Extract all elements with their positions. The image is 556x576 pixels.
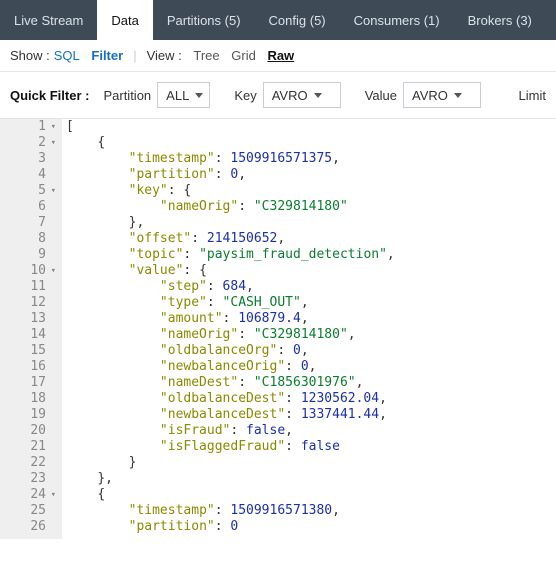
code-line: "partition": 0, <box>66 167 395 183</box>
code-line: [ <box>66 119 395 135</box>
gutter-line: 7 <box>0 215 56 231</box>
gutter-line: 2▾ <box>0 135 56 151</box>
fold-icon[interactable]: ▾ <box>48 119 56 135</box>
show-filter-link[interactable]: Filter <box>91 48 123 63</box>
code-line: "nameOrig": "C329814180" <box>66 199 395 215</box>
show-bar: Show : SQL Filter | View : Tree Grid Raw <box>0 40 556 71</box>
value-label: Value <box>365 88 397 103</box>
code-body: [ { "timestamp": 1509916571375, "partiti… <box>62 119 395 539</box>
show-label: Show : <box>10 48 50 63</box>
partition-select[interactable]: ALL <box>157 82 210 108</box>
code-line: "newbalanceOrig": 0, <box>66 359 395 375</box>
gutter-line: 10▾ <box>0 263 56 279</box>
gutter-line: 8 <box>0 231 56 247</box>
gutter-line: 15 <box>0 343 56 359</box>
gutter-line: 12 <box>0 295 56 311</box>
key-select[interactable]: AVRO <box>263 82 341 108</box>
gutter-line: 3 <box>0 151 56 167</box>
fold-icon[interactable]: ▾ <box>48 487 56 503</box>
partition-select-value: ALL <box>166 88 189 103</box>
chevron-down-icon <box>454 93 462 98</box>
tab-partitions[interactable]: Partitions (5) <box>153 0 255 40</box>
code-line: "value": { <box>66 263 395 279</box>
gutter-line: 11 <box>0 279 56 295</box>
chevron-down-icon <box>314 93 322 98</box>
code-line: } <box>66 455 395 471</box>
partition-label: Partition <box>103 88 151 103</box>
fold-icon[interactable]: ▾ <box>48 135 56 151</box>
line-gutter: 1▾2▾345▾678910▾1112131415161718192021222… <box>0 119 62 539</box>
view-grid-link[interactable]: Grid <box>231 48 256 63</box>
gutter-line: 13 <box>0 311 56 327</box>
key-label: Key <box>234 88 256 103</box>
code-line: "oldbalanceOrg": 0, <box>66 343 395 359</box>
gutter-line: 26 <box>0 519 56 535</box>
tab-brokers[interactable]: Brokers (3) <box>454 0 546 40</box>
code-line: }, <box>66 471 395 487</box>
code-line: "newbalanceDest": 1337441.44, <box>66 407 395 423</box>
code-line: { <box>66 135 395 151</box>
tab-bar: Live Stream Data Partitions (5) Config (… <box>0 0 556 40</box>
code-line: "timestamp": 1509916571375, <box>66 151 395 167</box>
gutter-line: 16 <box>0 359 56 375</box>
gutter-line: 5▾ <box>0 183 56 199</box>
gutter-line: 24▾ <box>0 487 56 503</box>
gutter-line: 17 <box>0 375 56 391</box>
quick-filter-bar: Quick Filter : Partition ALL Key AVRO Va… <box>0 72 556 118</box>
gutter-line: 1▾ <box>0 119 56 135</box>
code-line: "isFlaggedFraud": false <box>66 439 395 455</box>
code-line: "isFraud": false, <box>66 423 395 439</box>
fold-icon[interactable]: ▾ <box>48 263 56 279</box>
gutter-line: 23 <box>0 471 56 487</box>
tab-live-stream[interactable]: Live Stream <box>0 0 97 40</box>
view-tree-link[interactable]: Tree <box>193 48 219 63</box>
code-line: { <box>66 487 395 503</box>
code-editor[interactable]: 1▾2▾345▾678910▾1112131415161718192021222… <box>0 119 556 539</box>
code-line: "timestamp": 1509916571380, <box>66 503 395 519</box>
code-line: }, <box>66 215 395 231</box>
gutter-line: 14 <box>0 327 56 343</box>
code-line: "key": { <box>66 183 395 199</box>
gutter-line: 22 <box>0 455 56 471</box>
code-line: "partition": 0 <box>66 519 395 535</box>
show-sql-link[interactable]: SQL <box>54 48 80 63</box>
gutter-line: 6 <box>0 199 56 215</box>
key-select-value: AVRO <box>272 88 308 103</box>
gutter-line: 18 <box>0 391 56 407</box>
gutter-line: 4 <box>0 167 56 183</box>
code-line: "topic": "paysim_fraud_detection", <box>66 247 395 263</box>
gutter-line: 9 <box>0 247 56 263</box>
code-line: "offset": 214150652, <box>66 231 395 247</box>
divider: | <box>133 48 136 63</box>
tab-consumers[interactable]: Consumers (1) <box>340 0 454 40</box>
code-line: "nameOrig": "C329814180", <box>66 327 395 343</box>
fold-icon[interactable]: ▾ <box>48 183 56 199</box>
tab-data[interactable]: Data <box>97 0 152 40</box>
code-line: "nameDest": "C1856301976", <box>66 375 395 391</box>
quick-filter-label: Quick Filter : <box>10 88 89 103</box>
value-select-value: AVRO <box>412 88 448 103</box>
code-line: "amount": 106879.4, <box>66 311 395 327</box>
gutter-line: 21 <box>0 439 56 455</box>
view-label: View : <box>147 48 182 63</box>
view-raw-link[interactable]: Raw <box>267 48 294 63</box>
value-select[interactable]: AVRO <box>403 82 481 108</box>
code-line: "type": "CASH_OUT", <box>66 295 395 311</box>
gutter-line: 19 <box>0 407 56 423</box>
gutter-line: 25 <box>0 503 56 519</box>
code-line: "step": 684, <box>66 279 395 295</box>
tab-config[interactable]: Config (5) <box>255 0 340 40</box>
limit-label: Limit <box>519 88 546 103</box>
chevron-down-icon <box>195 93 203 98</box>
gutter-line: 20 <box>0 423 56 439</box>
code-line: "oldbalanceDest": 1230562.04, <box>66 391 395 407</box>
